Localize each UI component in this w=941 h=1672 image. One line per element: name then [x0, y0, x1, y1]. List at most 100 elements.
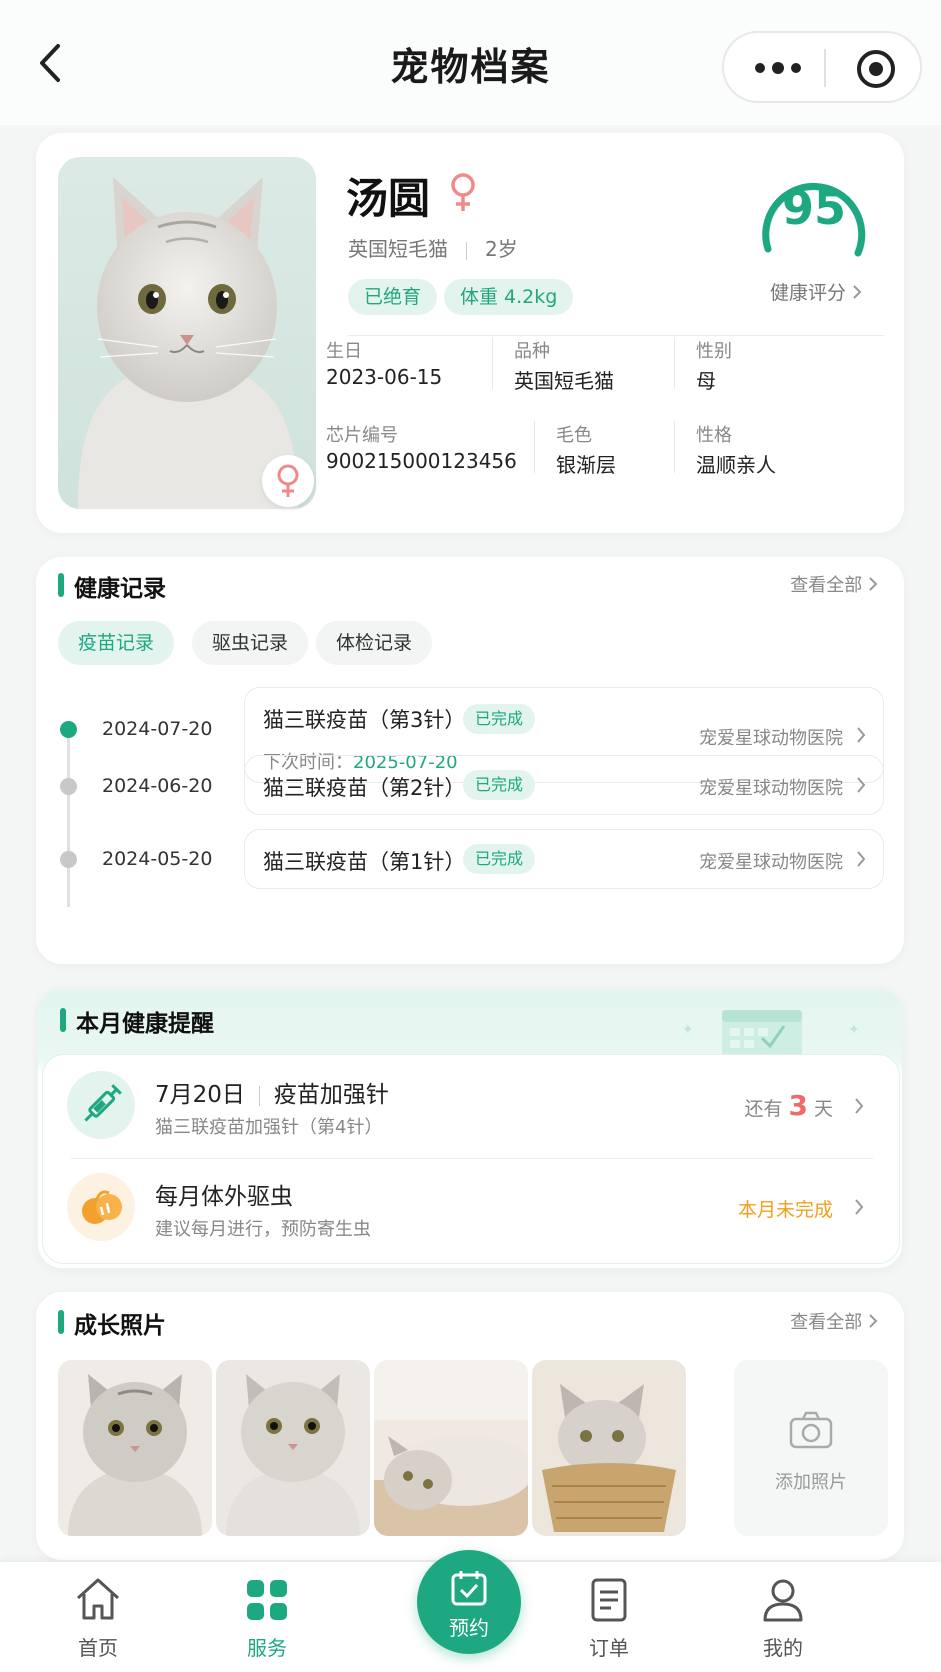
capsule-divider	[824, 49, 826, 87]
countdown-suffix: 天	[813, 1098, 833, 1120]
timeline-dot	[60, 851, 77, 868]
info-value-birthday: 2023-06-15	[326, 365, 443, 389]
more-icon[interactable]	[752, 55, 804, 81]
chevron-right-icon	[869, 1314, 878, 1328]
growth-photo[interactable]	[216, 1360, 370, 1536]
svg-text:✦: ✦	[682, 1022, 694, 1038]
growth-photo[interactable]	[58, 1360, 212, 1536]
chevron-right-icon	[853, 285, 862, 299]
health-score-value: 95	[781, 181, 846, 235]
tag-neutered: 已绝育	[348, 279, 438, 315]
see-all-label: 查看全部	[790, 1312, 863, 1333]
section-accent-bar	[58, 1310, 64, 1334]
tab-orders[interactable]: 订单	[549, 1574, 669, 1661]
record-item[interactable]: 猫三联疫苗（第2针） 已完成 宠爱星球动物医院	[244, 755, 884, 815]
tab-deworm-records[interactable]: 驱虫记录	[192, 621, 309, 665]
divider	[348, 335, 884, 336]
reminder-name: 每月体外驱虫	[155, 1184, 293, 1210]
tab-label: 首页	[78, 1636, 118, 1660]
cat-photo-1	[58, 1360, 212, 1536]
countdown-prefix: 还有	[744, 1098, 783, 1120]
tab-booking[interactable]: 预约	[417, 1550, 521, 1654]
countdown-days: 3	[788, 1089, 808, 1122]
info-label-birthday: 生日	[326, 341, 362, 362]
record-date: 2024-07-20	[102, 718, 213, 740]
tab-label: 我的	[763, 1636, 803, 1660]
tab-label: 订单	[589, 1636, 629, 1660]
deworm-icon	[67, 1173, 135, 1241]
tab-mine[interactable]: 我的	[723, 1574, 843, 1661]
grid-icon	[247, 1580, 287, 1620]
photos-title: 成长照片	[74, 1313, 166, 1339]
mini-program-capsule	[722, 31, 922, 103]
pet-breed: 英国短毛猫	[348, 237, 448, 261]
pet-name: 汤圆	[346, 174, 431, 223]
section-accent-bar	[60, 1008, 66, 1032]
info-label-gender: 性别	[696, 341, 732, 362]
health-see-all-link[interactable]: 查看全部	[790, 571, 878, 597]
timeline-line	[67, 733, 70, 907]
chevron-right-icon	[857, 777, 866, 793]
pet-age: 2岁	[485, 237, 518, 261]
divider	[674, 421, 675, 473]
close-target-icon[interactable]	[854, 47, 898, 91]
record-hospital: 宠爱星球动物医院	[699, 728, 843, 749]
tab-service[interactable]: 服务	[207, 1574, 327, 1661]
tab-label: 服务	[247, 1636, 287, 1660]
tab-label: 预约	[449, 1616, 489, 1640]
reminder-title-line: 7月20日 疫苗加强针	[155, 1075, 389, 1109]
see-all-label: 查看全部	[790, 575, 863, 596]
tab-checkup-records[interactable]: 体检记录	[316, 621, 433, 665]
chevron-right-icon	[855, 1098, 864, 1114]
female-icon	[277, 464, 299, 497]
reminder-list: 7月20日 疫苗加强针 猫三联疫苗加强针（第4针） 还有 3 天 每月体外驱虫 建议每…	[42, 1054, 900, 1264]
cat-photo-3	[374, 1360, 528, 1536]
record-item[interactable]: 猫三联疫苗（第1针） 已完成 宠爱星球动物医院	[244, 829, 884, 889]
svg-text:✦: ✦	[848, 1022, 860, 1038]
record-hospital: 宠爱星球动物医院	[699, 778, 843, 799]
add-photo-label: 添加照片	[775, 1472, 847, 1493]
chevron-right-icon	[857, 851, 866, 867]
deworm-icon-graphic	[82, 1190, 122, 1224]
health-score-link[interactable]: 健康评分	[736, 278, 896, 305]
reminder-countdown: 还有 3 天	[744, 1089, 833, 1122]
record-date: 2024-05-20	[102, 848, 213, 870]
tag-weight: 体重 4.2kg	[444, 279, 574, 315]
divider	[674, 337, 675, 389]
calendar-decoration-icon: ✦ ✦	[682, 1010, 860, 1054]
photos-see-all-link[interactable]: 查看全部	[790, 1308, 878, 1334]
info-label-chip: 芯片编号	[326, 425, 398, 446]
tab-home[interactable]: 首页	[38, 1574, 158, 1661]
gender-badge	[262, 455, 314, 507]
reminder-desc: 建议每月进行，预防寄生虫	[155, 1219, 371, 1240]
record-date: 2024-06-20	[102, 775, 213, 797]
home-icon	[76, 1578, 120, 1620]
reminder-status: 本月未完成	[737, 1199, 833, 1221]
record-hospital: 宠爱星球动物医院	[699, 852, 843, 873]
reminder-name: 疫苗加强针	[273, 1082, 389, 1108]
info-value-breed: 英国短毛猫	[514, 369, 614, 393]
health-record-title: 健康记录	[74, 576, 166, 602]
divider	[71, 1158, 873, 1159]
chevron-right-icon	[869, 577, 878, 591]
status-badge: 已完成	[463, 844, 536, 874]
info-value-gender: 母	[696, 369, 716, 393]
cat-photo-2	[216, 1360, 370, 1536]
syringe-icon	[67, 1071, 135, 1139]
health-record-card: 健康记录 查看全部 疫苗记录 驱虫记录 体检记录 2024-07-20 猫三联疫…	[36, 557, 904, 964]
add-photo-button[interactable]: 添加照片	[734, 1360, 888, 1536]
chevron-right-icon	[857, 727, 866, 743]
info-value-chip: 900215000123456	[326, 449, 517, 473]
user-icon	[763, 1579, 803, 1622]
growth-photo[interactable]	[374, 1360, 528, 1536]
growth-photo[interactable]	[532, 1360, 686, 1536]
record-name: 猫三联疫苗（第2针）	[263, 776, 466, 800]
timeline-dot	[60, 721, 77, 738]
section-accent-bar	[58, 573, 64, 597]
reminder-desc: 猫三联疫苗加强针（第4针）	[155, 1117, 383, 1138]
tab-vaccine-records[interactable]: 疫苗记录	[58, 621, 175, 665]
pet-subtitle: 英国短毛猫 2岁	[348, 233, 518, 262]
reminder-title: 本月健康提醒	[76, 1011, 214, 1037]
divider	[534, 421, 535, 473]
growth-photos-card: 成长照片 查看全部 添加照片	[36, 1292, 904, 1560]
